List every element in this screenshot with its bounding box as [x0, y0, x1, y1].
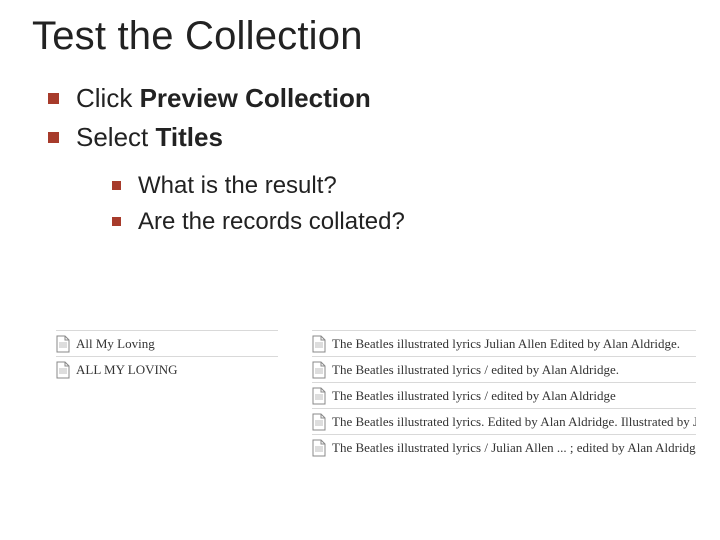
document-icon	[56, 361, 70, 379]
bullet-2-pre: Select	[76, 122, 156, 152]
list-item-label: The Beatles illustrated lyrics / edited …	[332, 362, 619, 378]
list-item-label: The Beatles illustrated lyrics / edited …	[332, 388, 616, 404]
bullet-list: Click Preview Collection Select Titles W…	[24, 81, 696, 238]
document-icon	[312, 335, 326, 353]
sub-bullet-2: Are the records collated?	[112, 205, 696, 239]
document-icon	[312, 387, 326, 405]
list-item-label: The Beatles illustrated lyrics Julian Al…	[332, 336, 680, 352]
slide: Test the Collection Click Preview Collec…	[0, 0, 720, 540]
list-item-label: The Beatles illustrated lyrics. Edited b…	[332, 414, 696, 430]
slide-title: Test the Collection	[32, 14, 696, 59]
bullet-item-1: Click Preview Collection	[48, 81, 696, 116]
document-icon	[312, 439, 326, 457]
list-item-label: ALL MY LOVING	[76, 362, 178, 378]
list-item: The Beatles illustrated lyrics. Edited b…	[312, 408, 696, 434]
list-item: The Beatles illustrated lyrics Julian Al…	[312, 330, 696, 356]
results-area: All My Loving ALL MY LOVING The Beatles …	[56, 330, 696, 460]
sub-bullet-list: What is the result? Are the records coll…	[76, 169, 696, 238]
list-item: All My Loving	[56, 330, 278, 356]
bullet-1-pre: Click	[76, 83, 140, 113]
list-item: ALL MY LOVING	[56, 356, 278, 382]
list-item-label: The Beatles illustrated lyrics / Julian …	[332, 440, 696, 456]
document-icon	[312, 413, 326, 431]
bullet-1-bold: Preview Collection	[140, 83, 371, 113]
list-item: The Beatles illustrated lyrics / Julian …	[312, 434, 696, 460]
bullet-2-bold: Titles	[156, 122, 223, 152]
document-icon	[56, 335, 70, 353]
sub-bullet-1: What is the result?	[112, 169, 696, 203]
bullet-item-2: Select Titles What is the result? Are th…	[48, 120, 696, 238]
results-left-column: All My Loving ALL MY LOVING	[56, 330, 278, 460]
list-item: The Beatles illustrated lyrics / edited …	[312, 382, 696, 408]
results-right-column: The Beatles illustrated lyrics Julian Al…	[312, 330, 696, 460]
list-item: The Beatles illustrated lyrics / edited …	[312, 356, 696, 382]
list-item-label: All My Loving	[76, 336, 155, 352]
document-icon	[312, 361, 326, 379]
